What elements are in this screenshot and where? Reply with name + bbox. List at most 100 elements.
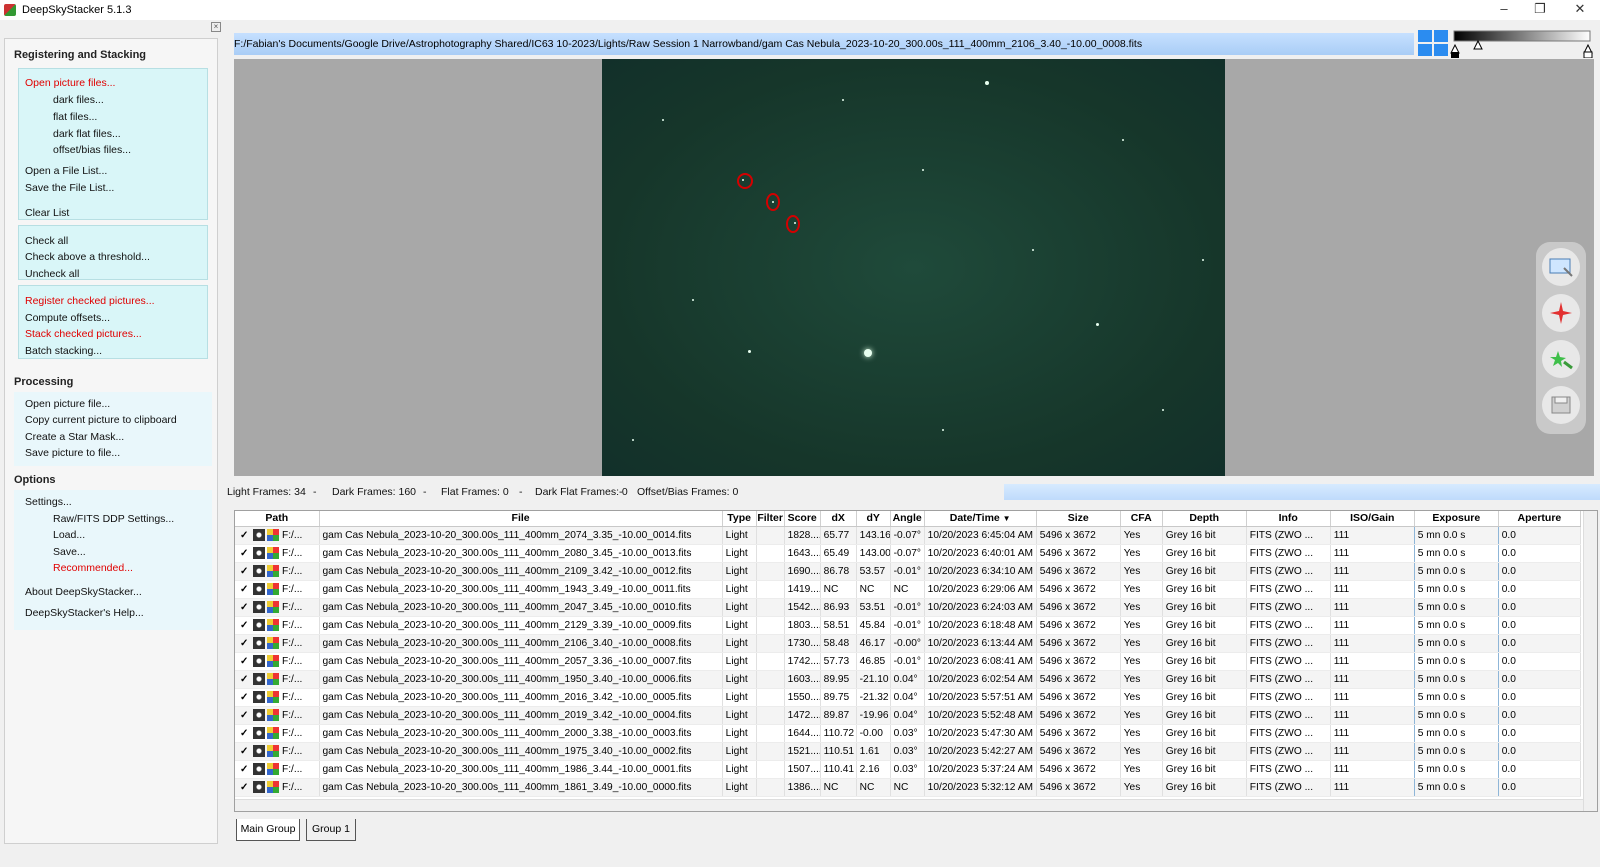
row-checkbox[interactable]: ✓ [240,602,249,612]
row-checkbox[interactable]: ✓ [240,620,249,630]
about-link[interactable]: About DeepSkyStacker... [25,586,142,598]
tab-main-group[interactable]: Main Group [236,819,300,841]
table-row[interactable]: ✓ F:/... gam Cas Nebula_2023-10-20_300.00s… [235,544,1582,563]
collapse-sidebar-icon[interactable]: × [211,22,221,32]
comet-tool[interactable] [1542,294,1580,332]
row-checkbox[interactable]: ✓ [240,782,249,792]
col-aperture[interactable]: Aperture [1498,511,1582,527]
cell-path[interactable]: ✓ F:/... [235,724,320,743]
cell-path[interactable]: ✓ F:/... [235,580,320,599]
edit-stars-tool[interactable] [1542,340,1580,378]
col-size[interactable]: Size [1036,511,1121,527]
load-link[interactable]: Load... [53,529,85,541]
dark-files-link[interactable]: dark files... [53,94,104,106]
col-score[interactable]: Score [784,511,821,527]
table-row[interactable]: ✓ F:/... gam Cas Nebula_2023-10-20_300.00s… [235,598,1582,617]
recommended-link[interactable]: Recommended... [53,562,133,574]
col-filter[interactable]: Filter [756,511,785,527]
col-depth[interactable]: Depth [1162,511,1247,527]
uncheck-all-link[interactable]: Uncheck all [25,268,79,280]
cell-path[interactable]: ✓ F:/... [235,526,320,545]
cell-path[interactable]: ✓ F:/... [235,634,320,653]
table-row[interactable]: ✓ F:/... gam Cas Nebula_2023-10-20_300.00s… [235,634,1582,653]
row-checkbox[interactable]: ✓ [240,674,249,684]
col-datetime[interactable]: Date/Time ▼ [924,511,1037,527]
raw-fits-settings-link[interactable]: Raw/FITS DDP Settings... [53,513,174,525]
check-above-threshold-link[interactable]: Check above a threshold... [25,251,150,263]
file-list-table[interactable]: Path File Type Filter Score dX dY Angle … [234,510,1598,812]
col-iso-gain[interactable]: ISO/Gain [1330,511,1415,527]
row-checkbox[interactable]: ✓ [240,746,249,756]
open-picture-file-link[interactable]: Open picture file... [25,398,110,410]
offset-bias-files-link[interactable]: offset/bias files... [53,144,131,156]
cell-path[interactable]: ✓ F:/... [235,544,320,563]
table-row[interactable]: ✓ F:/... gam Cas Nebula_2023-10-20_300.00s… [235,688,1582,707]
copy-clipboard-link[interactable]: Copy current picture to clipboard [25,414,177,426]
row-checkbox[interactable]: ✓ [240,692,249,702]
row-checkbox[interactable]: ✓ [240,656,249,666]
dark-flat-files-link[interactable]: dark flat files... [53,128,121,140]
horizontal-scrollbar[interactable] [235,799,1583,811]
register-checked-link[interactable]: Register checked pictures... [25,295,155,307]
cell-path[interactable]: ✓ F:/... [235,616,320,635]
row-checkbox[interactable]: ✓ [240,728,249,738]
clear-list-link[interactable]: Clear List [25,207,69,219]
compute-offsets-link[interactable]: Compute offsets... [25,312,110,324]
restore-button[interactable]: ❐ [1522,0,1558,20]
table-row[interactable]: ✓ F:/... gam Cas Nebula_2023-10-20_300.00s… [235,652,1582,671]
cell-path[interactable]: ✓ F:/... [235,598,320,617]
table-row[interactable]: ✓ F:/... gam Cas Nebula_2023-10-20_300.00s… [235,580,1582,599]
table-row[interactable]: ✓ F:/... gam Cas Nebula_2023-10-20_300.00s… [235,526,1582,545]
table-row[interactable]: ✓ F:/... gam Cas Nebula_2023-10-20_300.00s… [235,724,1582,743]
row-checkbox[interactable]: ✓ [240,566,249,576]
settings-link[interactable]: Settings... [25,496,72,508]
row-checkbox[interactable]: ✓ [240,584,249,594]
save-edits-tool[interactable] [1542,386,1580,424]
table-row[interactable]: ✓ F:/... gam Cas Nebula_2023-10-20_300.00s… [235,562,1582,581]
table-row[interactable]: ✓ F:/... gam Cas Nebula_2023-10-20_300.00s… [235,760,1582,779]
col-info[interactable]: Info [1246,511,1331,527]
open-picture-files-link[interactable]: Open picture files... [25,77,115,89]
col-path[interactable]: Path [235,511,320,527]
cell-path[interactable]: ✓ F:/... [235,562,320,581]
col-file[interactable]: File [319,511,723,527]
cell-path[interactable]: ✓ F:/... [235,670,320,689]
table-row[interactable]: ✓ F:/... gam Cas Nebula_2023-10-20_300.00s… [235,670,1582,689]
cell-path[interactable]: ✓ F:/... [235,760,320,779]
tab-group-1[interactable]: Group 1 [306,819,356,841]
col-cfa[interactable]: CFA [1120,511,1163,527]
row-checkbox[interactable]: ✓ [240,638,249,648]
cell-path[interactable]: ✓ F:/... [235,742,320,761]
table-row[interactable]: ✓ F:/... gam Cas Nebula_2023-10-20_300.00s… [235,778,1582,797]
col-exposure[interactable]: Exposure [1414,511,1499,527]
stack-checked-link[interactable]: Stack checked pictures... [25,328,142,340]
levels-control[interactable] [1418,28,1594,59]
minimize-button[interactable]: – [1486,0,1522,20]
col-angle[interactable]: Angle [890,511,925,527]
cell-path[interactable]: ✓ F:/... [235,652,320,671]
create-star-mask-link[interactable]: Create a Star Mask... [25,431,124,443]
save-link[interactable]: Save... [53,546,86,558]
row-checkbox[interactable]: ✓ [240,710,249,720]
table-row[interactable]: ✓ F:/... gam Cas Nebula_2023-10-20_300.00s… [235,742,1582,761]
vertical-scrollbar[interactable] [1583,511,1597,811]
cell-path[interactable]: ✓ F:/... [235,688,320,707]
cell-path[interactable]: ✓ F:/... [235,706,320,725]
close-button[interactable]: ✕ [1562,0,1598,20]
col-dx[interactable]: dX [820,511,857,527]
flat-files-link[interactable]: flat files... [53,111,97,123]
batch-stacking-link[interactable]: Batch stacking... [25,345,102,357]
astro-image[interactable] [602,59,1225,476]
select-region-tool[interactable] [1542,248,1580,286]
col-dy[interactable]: dY [856,511,891,527]
save-file-list-link[interactable]: Save the File List... [25,182,114,194]
col-type[interactable]: Type [722,511,757,527]
help-link[interactable]: DeepSkyStacker's Help... [25,607,144,619]
open-file-list-link[interactable]: Open a File List... [25,165,107,177]
table-row[interactable]: ✓ F:/... gam Cas Nebula_2023-10-20_300.00s… [235,616,1582,635]
row-checkbox[interactable]: ✓ [240,764,249,774]
cell-path[interactable]: ✓ F:/... [235,778,320,797]
save-picture-link[interactable]: Save picture to file... [25,447,120,459]
row-checkbox[interactable]: ✓ [240,548,249,558]
check-all-link[interactable]: Check all [25,235,68,247]
